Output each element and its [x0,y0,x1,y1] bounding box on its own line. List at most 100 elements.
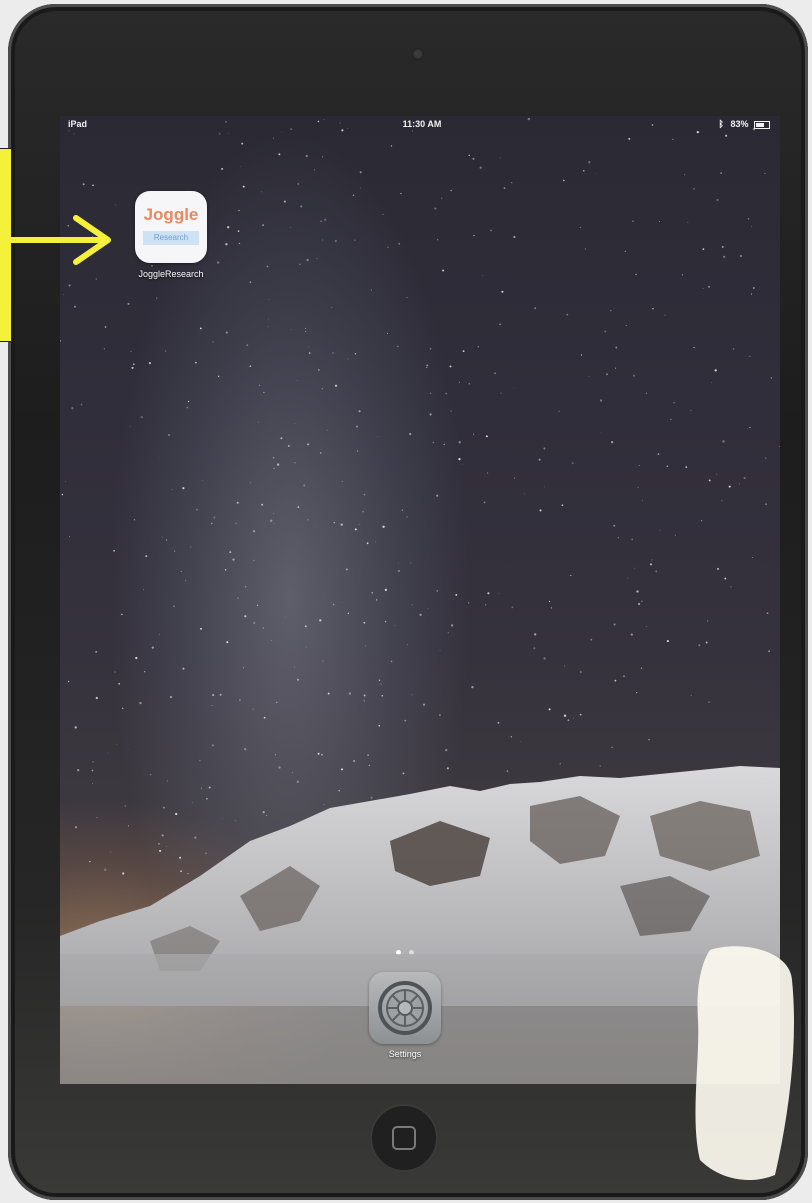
star [739,254,743,258]
star [249,365,252,368]
star [548,708,551,711]
star [610,309,612,312]
star [630,633,633,636]
star [185,579,187,581]
star [473,433,475,435]
app-settings[interactable]: Settings [360,972,450,1059]
app-joggle-research[interactable]: Joggle Research JoggleResearch [126,191,216,279]
star [472,157,475,160]
star [171,488,173,490]
star [462,350,465,352]
star [422,703,426,706]
star [332,352,334,354]
star [649,563,653,566]
star [296,678,300,681]
star [226,641,229,644]
star [471,685,474,689]
star [195,361,197,364]
star [485,435,488,438]
star [304,625,307,628]
star [716,567,720,570]
star [473,234,475,237]
home-button[interactable] [370,1104,438,1172]
star [333,521,336,524]
star [596,172,598,174]
dock: Settings [60,954,780,1084]
star [341,480,343,482]
star [499,323,501,326]
star [503,187,506,189]
star [623,675,625,678]
star [779,445,780,448]
star [261,191,262,193]
star [390,660,393,663]
star [130,426,132,428]
star [145,555,148,558]
star [397,562,399,564]
star [300,205,303,208]
star [162,536,163,538]
star [543,657,546,660]
star [252,708,254,710]
star [426,367,428,368]
star [563,714,567,717]
star [584,248,586,250]
star [358,410,361,413]
star [450,189,452,192]
star [672,138,674,140]
settings-gear-icon[interactable] [369,972,441,1044]
star [658,220,661,223]
star [158,456,160,458]
star [750,293,753,295]
star [538,458,541,461]
star [720,172,723,175]
star [397,345,399,347]
star [306,258,309,262]
star [261,503,264,506]
star [237,597,239,599]
bluetooth-icon: ᛒ [718,119,724,129]
star [614,679,617,682]
star [225,331,228,334]
joggle-research-icon[interactable]: Joggle Research [135,191,207,263]
star [156,297,158,299]
star [334,239,337,243]
star [240,165,242,167]
star [299,263,301,265]
star [238,699,241,702]
star [632,374,636,377]
star [387,246,389,249]
star [561,504,564,507]
star [479,166,482,169]
star [273,523,275,525]
star [249,281,252,284]
star [104,326,107,328]
star [121,613,123,616]
star [306,518,309,521]
star [482,275,483,277]
star [167,433,171,437]
star [258,384,261,386]
front-camera [412,48,424,60]
star [164,350,167,352]
star [362,510,364,513]
star [449,365,452,368]
star [355,425,359,428]
star [74,726,77,729]
page-indicator[interactable] [390,942,420,955]
star [487,472,489,474]
star [468,154,470,157]
star [579,713,582,716]
star [725,134,728,137]
star [173,550,176,552]
star [303,484,306,487]
star [380,683,382,685]
star [268,299,270,301]
star [520,741,521,742]
star [747,217,750,220]
star [501,290,504,293]
star [363,694,366,697]
status-bar: iPad 11:30 AM ᛒ 83% [60,116,780,134]
star [702,248,705,250]
star [752,557,754,558]
